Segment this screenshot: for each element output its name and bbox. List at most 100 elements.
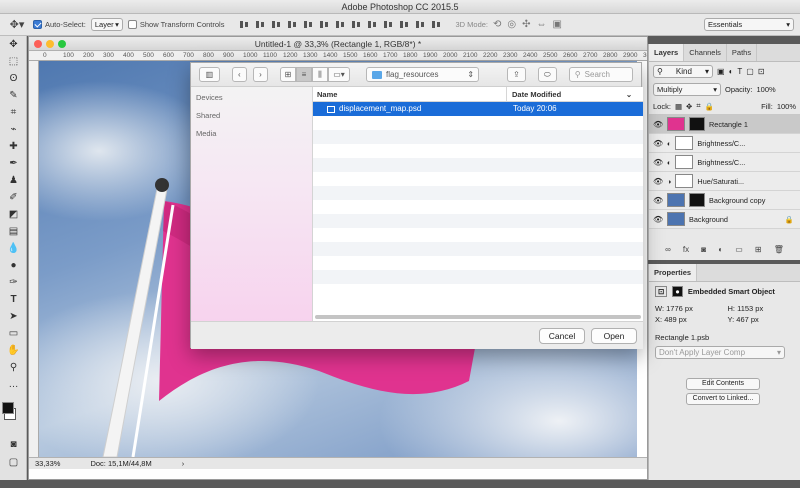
cancel-button[interactable]: Cancel [539,328,585,344]
3d-orbit-icon[interactable]: ⟲ [493,19,501,30]
eye-icon[interactable]: 👁 [653,196,663,205]
w-value[interactable]: 1776 px [666,304,693,313]
3d-scale-icon[interactable]: ▣ [553,19,562,30]
distribute-center-icon[interactable] [399,19,410,30]
forward-button[interactable]: › [252,67,269,82]
workspace-dropdown[interactable]: Essentials ▾ [704,18,794,31]
h-value[interactable]: 1153 px [737,304,763,313]
align-top-icon[interactable] [239,19,250,30]
more-tools-icon[interactable]: … [0,376,27,393]
3d-slide-icon[interactable]: ⇔ [537,19,547,30]
filter-smart-icon[interactable]: ⊡ [758,67,765,76]
back-button[interactable]: ‹ [231,67,247,82]
edit-contents-button[interactable]: Edit Contents [686,378,760,390]
brush-tool-icon[interactable]: ✒ [0,155,27,172]
shape-tool-icon[interactable]: ▭ [0,325,27,342]
filter-shape-icon[interactable]: ▢ [746,67,754,76]
stamp-tool-icon[interactable]: ♟ [0,172,27,189]
tab-paths[interactable]: Paths [727,44,758,61]
quick-select-tool-icon[interactable]: ✎ [0,87,27,104]
sidebar-section-shared[interactable]: Shared [191,107,312,125]
name-column-header[interactable]: Name [313,87,507,101]
blur-tool-icon[interactable]: 💧 [0,240,27,257]
transform-controls-checkbox[interactable]: Show Transform Controls [127,17,224,32]
align-left-icon[interactable] [287,19,298,30]
close-window-button[interactable] [34,40,42,48]
icon-view-icon[interactable]: ⊞ [280,67,297,82]
lock-position-icon[interactable]: ✥ [686,102,692,111]
type-tool-icon[interactable]: T [0,291,27,308]
layer-row[interactable]: 👁 Background copy [649,191,800,210]
fill-value[interactable]: 100% [777,102,796,111]
location-dropdown[interactable]: flag_resources ⇕ [366,67,480,82]
screen-mode-icon[interactable]: ▢ [0,454,27,471]
3d-roll-icon[interactable]: ◎ [507,19,516,30]
hand-tool-icon[interactable]: ✋ [0,342,27,359]
list-view-icon[interactable]: ≡ [296,67,313,82]
quick-mask-icon[interactable]: ◙ [0,436,27,453]
zoom-window-button[interactable] [58,40,66,48]
zoom-level[interactable]: 33,33% [35,458,60,469]
foreground-color-swatch[interactable] [2,402,14,414]
tab-properties[interactable]: Properties [649,264,698,281]
horizontal-scrollbar[interactable] [315,315,641,319]
column-view-icon[interactable]: ⫼ [312,67,329,82]
move-tool-icon[interactable]: ✥ [0,36,27,53]
eye-icon[interactable]: 👁 [653,215,663,224]
layer-row[interactable]: 👁 ◐ Brightness/C... [649,153,800,172]
align-bottom-icon[interactable] [271,19,282,30]
distribute-middle-icon[interactable] [351,19,362,30]
new-layer-icon[interactable]: ⊞ [755,245,762,254]
distribute-right-icon[interactable] [415,19,426,30]
eye-icon[interactable]: 👁 [653,158,663,167]
new-group-icon[interactable]: ▭ [735,245,743,254]
pen-tool-icon[interactable]: ✑ [0,274,27,291]
distribute-top-icon[interactable] [335,19,346,30]
trash-icon[interactable]: 🗑 [774,245,784,254]
share-icon[interactable]: ⇪ [507,67,526,82]
lock-artboard-icon[interactable]: ⌗ [696,101,700,111]
path-select-tool-icon[interactable]: ➤ [0,308,27,325]
chevron-down-icon[interactable]: ⌄ [619,87,639,101]
tag-icon[interactable]: ⬭ [537,67,557,82]
align-right-icon[interactable] [319,19,330,30]
align-center-icon[interactable] [303,19,314,30]
eyedropper-tool-icon[interactable]: ⌁ [0,121,27,138]
convert-to-linked-button[interactable]: Convert to Linked... [686,393,760,405]
layer-filter-dropdown[interactable]: ⚲ Kind ▾ [653,65,713,78]
link-layers-icon[interactable]: ∞ [665,245,671,254]
new-adjustment-icon[interactable]: ◐ [718,245,723,254]
history-brush-tool-icon[interactable]: ✐ [0,189,27,206]
marquee-tool-icon[interactable]: ⬚ [0,53,27,70]
doc-size[interactable]: Doc: 15,1M/44,8M [90,458,151,469]
auto-select-checkbox[interactable]: Auto-Select: [33,17,86,32]
lasso-tool-icon[interactable]: ʘ [0,70,27,87]
sidebar-section-devices[interactable]: Devices [191,89,312,107]
healing-tool-icon[interactable]: ✚ [0,138,27,155]
cover-flow-icon[interactable]: ▭▾ [328,67,351,82]
eye-icon[interactable]: 👁 [653,120,663,129]
search-field[interactable]: ⚲ Search [568,67,634,82]
layer-row[interactable]: 👁 Rectangle 1 [649,115,800,134]
tab-channels[interactable]: Channels [684,44,727,61]
layer-comp-dropdown[interactable]: Don't Apply Layer Comp ▾ [655,346,785,359]
file-row[interactable]: displacement_map.psd Today 20:06 [313,102,643,116]
sidebar-section-media[interactable]: Media [191,125,312,143]
move-tool-preset-icon[interactable]: ✥▾ [6,17,28,32]
open-button[interactable]: Open [591,328,637,344]
y-value[interactable]: 467 px [736,315,759,324]
crop-tool-icon[interactable]: ⌗ [0,104,27,121]
filter-adjustment-icon[interactable]: ◐ [729,67,734,76]
3d-pan-icon[interactable]: ✣ [522,19,530,30]
eye-icon[interactable]: 👁 [653,139,663,148]
minimize-window-button[interactable] [46,40,54,48]
eye-icon[interactable]: 👁 [653,177,663,186]
blend-mode-dropdown[interactable]: Multiply ▾ [653,83,721,96]
sidebar-toggle-icon[interactable]: ▥ [199,67,220,82]
lock-all-icon[interactable]: 🔒 [705,102,714,111]
align-middle-icon[interactable] [255,19,266,30]
add-mask-icon[interactable]: ◙ [701,245,706,254]
gradient-tool-icon[interactable]: ▤ [0,223,27,240]
status-arrow-icon[interactable]: › [182,458,185,469]
eraser-tool-icon[interactable]: ◩ [0,206,27,223]
